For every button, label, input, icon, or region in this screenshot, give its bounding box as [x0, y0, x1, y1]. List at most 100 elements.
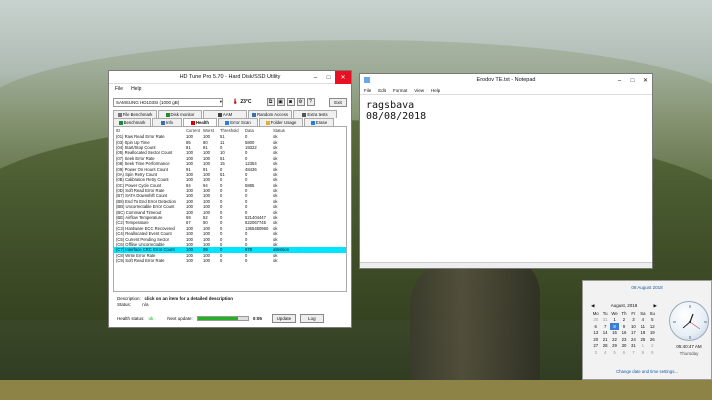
cell-status: ok [273, 166, 278, 172]
table-row[interactable]: (08) Seek Time Performance 100 100 15 12354 o… [114, 161, 346, 166]
options-icon[interactable]: ⚙ [296, 98, 305, 106]
tab-info[interactable]: Info [152, 118, 182, 126]
notepad-text-area[interactable]: ragsbava 08/08/2018 [360, 95, 652, 127]
col-worst[interactable]: Worst [203, 128, 220, 133]
tab-random-access[interactable]: Random Access [248, 110, 292, 118]
table-row[interactable]: (C4) Reallocated Event Count 100 100 0 0 ok [114, 231, 346, 236]
table-row[interactable]: (04) Start/Stop Count 81 81 0 19322 ok [114, 145, 346, 150]
tab-benchmark[interactable]: Benchmark [113, 118, 151, 126]
next-month-icon[interactable]: ▶ [654, 303, 657, 309]
window-title: HD Tune Pro 5.70 - Hard Disk/SSD Utility [179, 74, 281, 80]
table-row[interactable]: (BB) Uncorrectable Error Count 100 100 0 0 ok [114, 204, 346, 209]
file-benchmark-icon [117, 112, 122, 117]
calendar-day[interactable]: 4 [600, 349, 609, 356]
cell-data: 0 [245, 236, 248, 242]
tab-extra-tests[interactable]: Extra tests [293, 110, 337, 118]
smart-table[interactable]: ID Current Worst Threshold Data Status (… [113, 126, 347, 292]
cell-worst: 100 [203, 188, 210, 194]
menu-file[interactable]: File [364, 88, 371, 93]
copy-info-icon[interactable]: ⧉ [266, 98, 275, 106]
update-button[interactable]: Update [271, 314, 296, 323]
tab-health[interactable]: Health [183, 118, 217, 126]
status-value: n/a [142, 302, 149, 307]
log-button[interactable]: Log [299, 314, 324, 323]
cell-worst: 100 [203, 231, 210, 237]
menu-view[interactable]: View [414, 88, 424, 93]
table-row[interactable]: (C6) Offline Uncorrectable 100 100 0 0 ok [114, 242, 346, 247]
calendar-day[interactable]: 5 [610, 349, 619, 356]
cell-id: (BB) Uncorrectable Error Count [116, 204, 175, 210]
cell-threshold: 51 [220, 134, 225, 140]
save-icon[interactable]: ◙ [286, 98, 295, 106]
tab-disk-monitor[interactable]: Disk monitor [158, 110, 202, 118]
col-data[interactable]: Data [245, 128, 273, 133]
close-button[interactable]: ✕ [639, 74, 652, 87]
maximize-button[interactable]: □ [322, 71, 335, 84]
progress-fill [197, 317, 238, 320]
table-row[interactable]: (0D) Soft Read Error Rate 100 100 0 0 ok [114, 188, 346, 193]
menu-help[interactable]: Help [131, 86, 141, 92]
minimize-button[interactable]: – [613, 74, 626, 87]
menu-file[interactable]: File [115, 86, 123, 92]
maximize-button[interactable]: □ [626, 74, 639, 87]
menu-format[interactable]: Format [393, 88, 407, 93]
analog-clock [669, 301, 709, 341]
hdtune-titlebar[interactable]: HD Tune Pro 5.70 - Hard Disk/SSD Utility… [109, 71, 351, 84]
menu-help[interactable]: Help [431, 88, 440, 93]
minimize-button[interactable]: – [309, 71, 322, 84]
drive-select[interactable]: SAMSUNG HD103SI (1000 gB) ▾ [113, 97, 223, 107]
col-current[interactable]: Current [186, 128, 203, 133]
table-row[interactable]: (C2) Temperature 67 50 0 622067745 ok [114, 220, 346, 225]
tab-erase[interactable]: Erase [304, 118, 334, 126]
help-icon[interactable]: ? [306, 98, 315, 106]
tab-aam[interactable]: AAM [203, 110, 247, 118]
month-label[interactable]: August, 2018 [611, 303, 638, 309]
next-update-progress [196, 316, 249, 321]
hdtune-window[interactable]: HD Tune Pro 5.70 - Hard Disk/SSD Utility… [108, 70, 352, 328]
table-row[interactable]: (BE) Airflow Temperature 69 52 0 521404447 ok [114, 215, 346, 220]
table-row[interactable]: (B8) End To End Error Detection 100 100 0 0 o… [114, 199, 346, 204]
menu-edit[interactable]: Edit [378, 88, 386, 93]
col-id[interactable]: ID [116, 128, 186, 133]
calendar-day[interactable]: 7 [629, 349, 638, 356]
cell-id: (07) Seek Error Rate [116, 155, 155, 161]
tab-file-benchmark[interactable]: File Benchmark [113, 110, 157, 118]
table-row[interactable]: (C9) Soft Read Error Rate 100 100 0 0 ok [114, 258, 346, 263]
table-row[interactable]: (0B) Calibration Retry Count 100 100 0 0 ok [114, 177, 346, 182]
calendar-day[interactable]: 9 [648, 349, 657, 356]
table-row[interactable]: (BC) Command Timeout 100 100 0 0 ok [114, 209, 346, 215]
calendar-day[interactable]: 3 [591, 349, 600, 356]
table-row[interactable]: (07) Seek Error Rate 100 100 51 0 ok [114, 156, 346, 161]
long-date-link[interactable]: 08 August 2018 [583, 285, 711, 290]
calendar-day[interactable]: 8 [638, 349, 647, 356]
col-status[interactable]: Status [273, 128, 346, 133]
cell-data: 521404447 [245, 215, 266, 221]
calendar-day[interactable]: 6 [619, 349, 628, 356]
cell-id: (C3) Hardware ECC Recovered [116, 225, 175, 231]
horizontal-scrollbar[interactable] [360, 262, 652, 268]
cell-worst: 52 [203, 215, 208, 221]
close-button[interactable]: ✕ [335, 71, 351, 84]
notepad-titlebar[interactable]: Erodov TE.txt - Notepad – □ ✕ [360, 74, 652, 86]
table-row[interactable]: (03) Spin Up Time 85 80 11 5800 ok [114, 139, 346, 145]
prev-month-icon[interactable]: ◀ [591, 303, 594, 309]
copy-screenshot-icon[interactable]: ▣ [276, 98, 285, 106]
table-row[interactable]: (B7) SATA Downshift Count 100 100 0 0 ok [114, 193, 346, 198]
table-row[interactable]: (0C) Power Cycle Count 94 94 0 5885 ok [114, 183, 346, 188]
table-row[interactable]: (0A) Spin Retry Count 100 100 51 0 ok [114, 172, 346, 177]
table-row[interactable]: (C8) Write Error Rate 100 100 0 0 ok [114, 253, 346, 258]
table-row[interactable]: (09) Power On Hours Count 91 91 0 48436 ok [114, 166, 346, 172]
notepad-window[interactable]: Erodov TE.txt - Notepad – □ ✕ File Edit … [359, 73, 653, 269]
tab-error-scan[interactable]: Error Scan [218, 118, 258, 126]
table-row[interactable]: (05) Reallocated Sector Count 100 100 10 0 ok [114, 150, 346, 155]
change-settings-link[interactable]: Change date and time settings... [583, 369, 711, 374]
col-threshold[interactable]: Threshold [220, 128, 245, 133]
table-row[interactable]: (01) Raw Read Error Rate 100 100 51 0 ok [114, 134, 346, 139]
taskbar[interactable] [0, 380, 712, 400]
month-header: ◀ August, 2018 ▶ [591, 303, 657, 309]
tab-folder-usage[interactable]: Folder Usage [259, 118, 303, 126]
table-row[interactable]: (C7) Interface CRC Error Count 100 99 0 678 a… [114, 247, 346, 253]
table-row[interactable]: (C5) Current Pending Sector 100 100 0 0 ok [114, 236, 346, 242]
exit-button[interactable]: Exit [329, 97, 347, 107]
table-row[interactable]: (C3) Hardware ECC Recovered 100 100 0 136548… [114, 226, 346, 231]
